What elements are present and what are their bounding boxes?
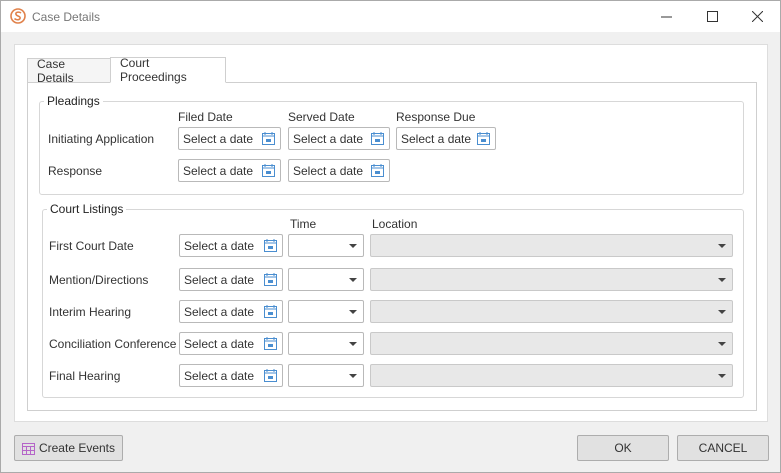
date-placeholder: Select a date — [184, 239, 255, 253]
tab-court-proceedings[interactable]: Court Proceedings — [110, 56, 226, 84]
pleadings-group — [39, 101, 744, 195]
filed-date-header: Filed Date — [178, 110, 233, 124]
chevron-down-icon — [718, 342, 726, 346]
conciliation-conference-label: Conciliation Conference — [49, 337, 177, 351]
first-court-date-picker[interactable]: Select a date — [179, 234, 283, 257]
tab-case-details[interactable]: Case Details — [27, 57, 111, 85]
calendar-icon — [262, 164, 275, 177]
calendar-icon — [264, 305, 277, 318]
calendar-icon — [264, 337, 277, 350]
date-placeholder: Select a date — [401, 132, 472, 146]
maximize-button[interactable] — [689, 1, 735, 32]
time-header: Time — [290, 217, 317, 231]
interim-hearing-time-dropdown[interactable] — [288, 300, 364, 323]
chevron-down-icon — [349, 244, 357, 248]
conciliation-conference-date-picker[interactable]: Select a date — [179, 332, 283, 355]
title-bar: Case Details — [1, 1, 780, 32]
chevron-down-icon — [349, 342, 357, 346]
mention-directions-date-picker[interactable]: Select a date — [179, 268, 283, 291]
final-hearing-label: Final Hearing — [49, 369, 121, 383]
final-hearing-location-dropdown[interactable] — [370, 364, 733, 387]
close-button[interactable] — [734, 1, 780, 32]
response-served-date-picker[interactable]: Select a date — [288, 159, 390, 182]
mention-directions-time-dropdown[interactable] — [288, 268, 364, 291]
date-placeholder: Select a date — [184, 305, 255, 319]
initiating-served-date-picker[interactable]: Select a date — [288, 127, 390, 150]
minimize-icon — [660, 16, 672, 18]
chevron-down-icon — [718, 244, 726, 248]
maximize-icon — [706, 11, 718, 22]
date-placeholder: Select a date — [293, 164, 364, 178]
chevron-down-icon — [349, 278, 357, 282]
final-hearing-time-dropdown[interactable] — [288, 364, 364, 387]
final-hearing-date-picker[interactable]: Select a date — [179, 364, 283, 387]
calendar-icon — [264, 369, 277, 382]
create-events-button[interactable]: Create Events — [14, 435, 123, 461]
court-listings-legend: Court Listings — [47, 202, 127, 216]
interim-hearing-location-dropdown[interactable] — [370, 300, 733, 323]
date-placeholder: Select a date — [184, 337, 255, 351]
pleadings-legend: Pleadings — [44, 94, 103, 108]
response-filed-date-picker[interactable]: Select a date — [178, 159, 281, 182]
chevron-down-icon — [349, 310, 357, 314]
minimize-button[interactable] — [643, 1, 689, 32]
close-icon — [751, 11, 763, 22]
calendar-icon — [371, 164, 384, 177]
mention-directions-location-dropdown[interactable] — [370, 268, 733, 291]
calendar-icon — [477, 132, 490, 145]
interim-hearing-label: Interim Hearing — [49, 305, 132, 319]
chevron-down-icon — [718, 374, 726, 378]
initiating-application-label: Initiating Application — [48, 132, 155, 146]
interim-hearing-date-picker[interactable]: Select a date — [179, 300, 283, 323]
calendar-grid-icon — [21, 442, 35, 455]
response-label: Response — [48, 164, 103, 178]
response-due-header: Response Due — [396, 110, 476, 124]
window-title: Case Details — [32, 10, 101, 24]
initiating-filed-date-picker[interactable]: Select a date — [178, 127, 281, 150]
first-court-date-label: First Court Date — [49, 239, 134, 253]
first-court-time-dropdown[interactable] — [288, 234, 364, 257]
chevron-down-icon — [718, 310, 726, 314]
calendar-icon — [262, 132, 275, 145]
mention-directions-label: Mention/Directions — [49, 273, 149, 287]
chevron-down-icon — [349, 374, 357, 378]
served-date-header: Served Date — [288, 110, 355, 124]
ok-button[interactable]: OK — [577, 435, 669, 461]
case-details-window: Case Details Case Details Court Proceedi… — [0, 0, 781, 473]
initiating-response-due-date-picker[interactable]: Select a date — [396, 127, 496, 150]
date-placeholder: Select a date — [184, 273, 255, 287]
app-logo-icon — [10, 8, 26, 24]
conciliation-conference-location-dropdown[interactable] — [370, 332, 733, 355]
conciliation-conference-time-dropdown[interactable] — [288, 332, 364, 355]
date-placeholder: Select a date — [183, 132, 254, 146]
date-placeholder: Select a date — [293, 132, 364, 146]
cancel-button[interactable]: CANCEL — [677, 435, 769, 461]
date-placeholder: Select a date — [183, 164, 254, 178]
create-events-label: Create Events — [38, 441, 116, 455]
calendar-icon — [264, 239, 277, 252]
chevron-down-icon — [718, 278, 726, 282]
date-placeholder: Select a date — [184, 369, 255, 383]
first-court-location-dropdown[interactable] — [370, 234, 733, 257]
location-header: Location — [372, 217, 418, 231]
calendar-icon — [371, 132, 384, 145]
calendar-icon — [264, 273, 277, 286]
